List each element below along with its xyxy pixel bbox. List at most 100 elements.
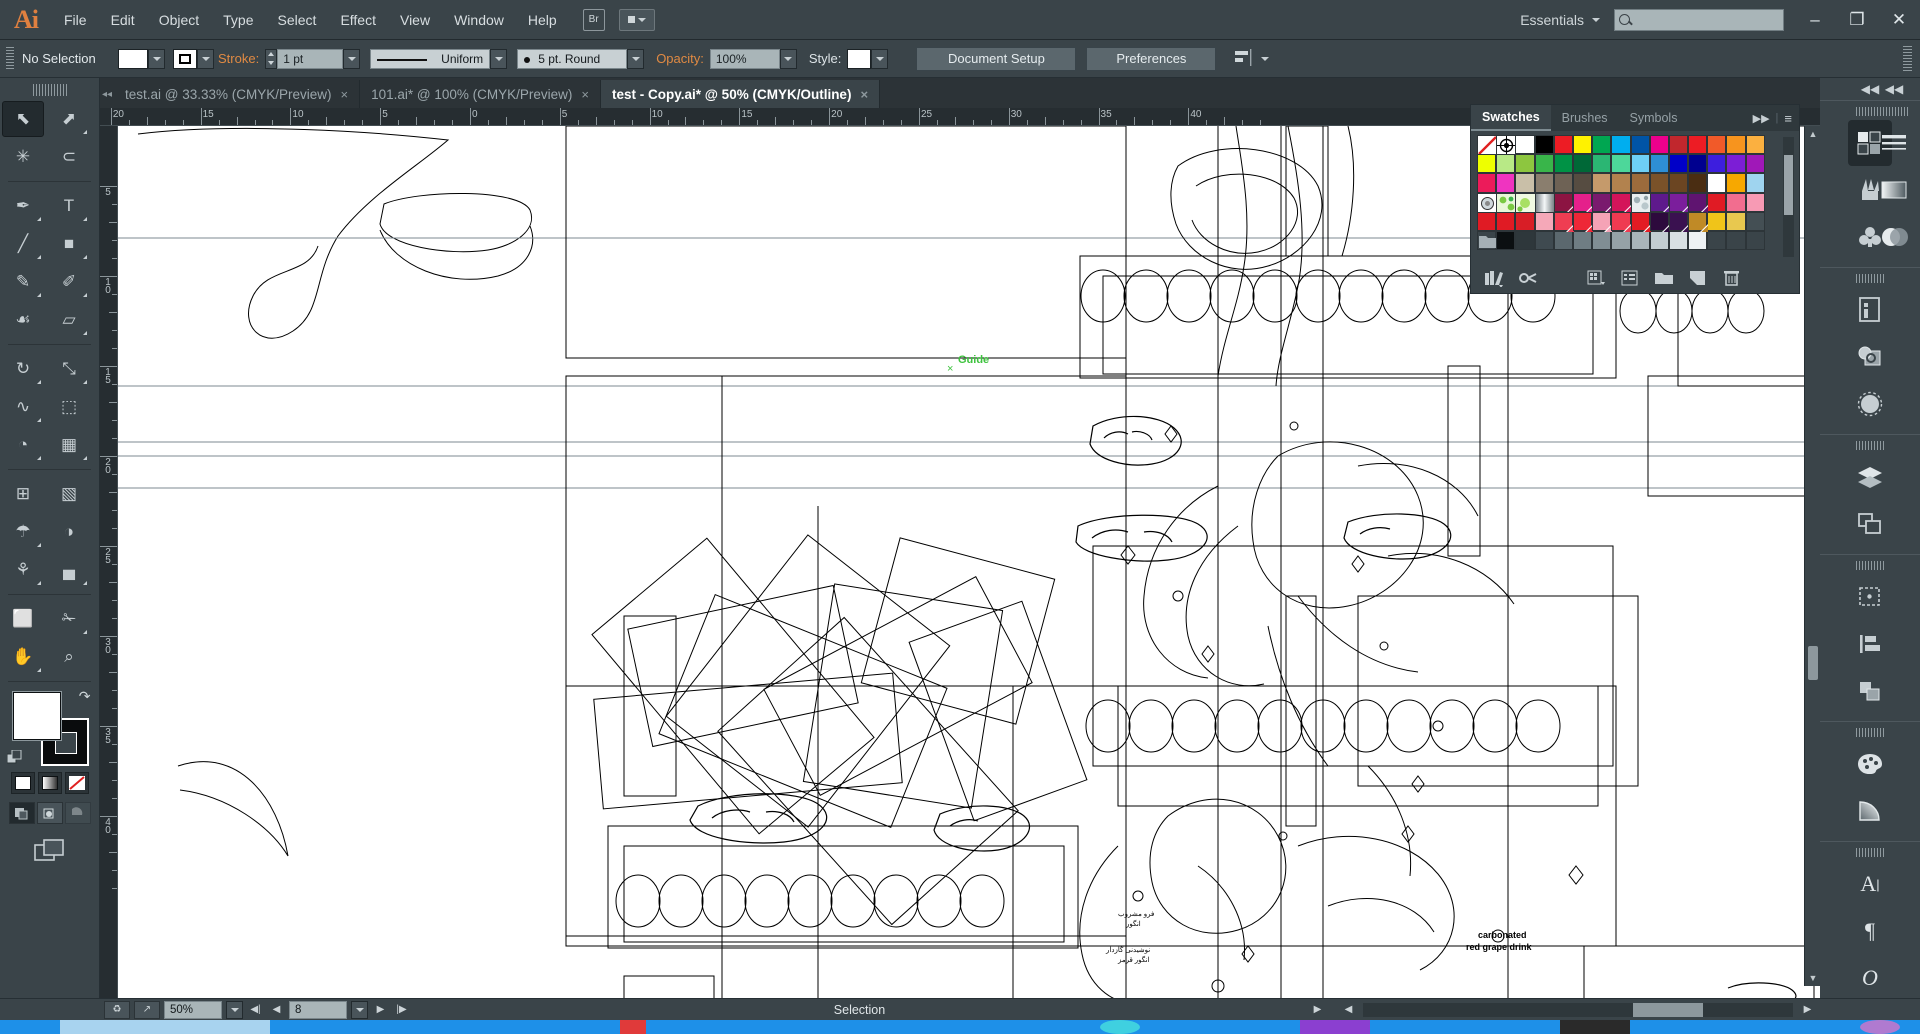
tool-flyout-icon[interactable] <box>83 130 87 134</box>
swatch-cell[interactable] <box>1707 135 1727 155</box>
swatch-cell[interactable] <box>1572 135 1593 155</box>
bridge-icon[interactable]: Br <box>582 8 605 31</box>
taskbar-item[interactable] <box>1100 1020 1140 1034</box>
pencil-tool[interactable]: ✐ <box>48 264 90 300</box>
perspective-grid-tool[interactable]: ▦ <box>48 427 90 463</box>
zoom-level-input[interactable]: 50% <box>164 1000 222 1019</box>
close-icon[interactable]: × <box>341 87 349 102</box>
dock-group-gripper[interactable] <box>1856 728 1884 737</box>
taskbar-item[interactable] <box>660 1020 780 1034</box>
canvas-vertical-scrollbar[interactable]: ▲ ▼ <box>1804 126 1820 986</box>
swatch-cell[interactable] <box>1592 154 1612 174</box>
tab-101-ai[interactable]: 101.ai* @ 100% (CMYK/Preview) × <box>360 80 601 108</box>
swatch-cell[interactable] <box>1477 173 1497 193</box>
swatch-cell[interactable] <box>1477 230 1497 251</box>
scroll-up-icon[interactable]: ▲ <box>1805 126 1821 142</box>
panel-menu-icon[interactable]: ≡ <box>1784 111 1792 126</box>
menu-effect[interactable]: Effect <box>328 0 388 40</box>
swatch-cell[interactable] <box>1553 211 1574 232</box>
window-close-button[interactable]: ✕ <box>1878 0 1920 40</box>
swatch-cell[interactable] <box>1745 211 1765 231</box>
tool-flyout-icon[interactable] <box>37 543 41 547</box>
default-fill-stroke-icon[interactable] <box>6 749 23 764</box>
swatch-cell[interactable] <box>1553 192 1574 213</box>
tool-flyout-icon[interactable] <box>37 255 41 259</box>
blob-brush-tool[interactable]: ☙ <box>2 302 44 338</box>
expand-panel-icon[interactable]: ▶▶ <box>1753 112 1770 125</box>
tools-panel-gripper[interactable] <box>32 84 67 96</box>
swatch-cell[interactable] <box>1707 230 1727 251</box>
new-color-group-icon[interactable] <box>1647 265 1681 291</box>
search-input[interactable] <box>1614 8 1784 31</box>
graphic-style-swatch[interactable] <box>847 48 872 69</box>
delete-swatch-icon[interactable] <box>1715 265 1749 291</box>
tool-flyout-icon[interactable] <box>83 581 87 585</box>
new-swatch-icon[interactable] <box>1681 265 1715 291</box>
swatch-cell[interactable] <box>1496 211 1516 231</box>
swatch-cell[interactable] <box>1611 230 1631 251</box>
swatch-cell[interactable] <box>1534 211 1554 231</box>
swatch-cell[interactable] <box>1726 173 1746 193</box>
tab-symbols[interactable]: Symbols <box>1619 105 1689 131</box>
swatch-cell[interactable] <box>1726 211 1746 231</box>
swatch-cell[interactable] <box>1688 154 1708 174</box>
blend-tool[interactable]: ◑ <box>48 514 90 550</box>
tool-flyout-icon[interactable] <box>37 418 41 422</box>
swatch-cell[interactable] <box>1515 211 1535 231</box>
dock-group-gripper[interactable] <box>1856 848 1884 857</box>
artboard-tool[interactable]: ⬜ <box>2 601 44 637</box>
swatch-cell[interactable] <box>1745 173 1765 193</box>
close-icon[interactable]: × <box>860 87 868 102</box>
swatch-cell[interactable] <box>1649 154 1669 174</box>
swatch-cell[interactable] <box>1630 173 1650 193</box>
artboard-dropdown-button[interactable] <box>351 1000 368 1019</box>
taskbar-item[interactable] <box>1560 1020 1630 1034</box>
swatch-cell[interactable] <box>1592 230 1612 251</box>
menu-window[interactable]: Window <box>442 0 516 40</box>
taskbar-item[interactable] <box>60 1020 270 1034</box>
tool-flyout-icon[interactable] <box>83 380 87 384</box>
opentype-panel-icon[interactable]: O <box>1848 955 1892 1001</box>
tool-flyout-icon[interactable] <box>83 217 87 221</box>
tool-flyout-icon[interactable] <box>83 630 87 634</box>
swatch-cell[interactable] <box>1649 192 1670 213</box>
swatch-cell[interactable] <box>1611 135 1631 155</box>
menu-edit[interactable]: Edit <box>99 0 147 40</box>
swatch-cell[interactable] <box>1649 211 1670 232</box>
brush-definition-field[interactable]: 5 pt. Round <box>517 48 628 69</box>
swatch-cell[interactable] <box>1592 135 1612 155</box>
swatch-cell[interactable] <box>1688 192 1709 213</box>
swatch-cell[interactable] <box>1611 211 1632 232</box>
swatches-panel[interactable]: Swatches Brushes Symbols ▶▶ | ≡ <box>1470 104 1800 294</box>
draw-inside-button[interactable] <box>64 802 91 824</box>
chevron-down-icon[interactable] <box>1592 17 1600 22</box>
swatch-list-view-icon[interactable] <box>1613 265 1647 291</box>
swatch-cell[interactable] <box>1726 154 1746 174</box>
layers-panel-icon[interactable] <box>1848 454 1892 500</box>
tab-brushes[interactable]: Brushes <box>1551 105 1619 131</box>
swatch-cell[interactable] <box>1572 154 1593 174</box>
opacity-dropdown-button[interactable] <box>779 48 797 69</box>
character-panel-icon[interactable]: A | <box>1848 861 1892 907</box>
swatch-cell[interactable] <box>1592 192 1613 213</box>
swatches-grid[interactable] <box>1471 131 1799 251</box>
none-button[interactable] <box>64 772 89 794</box>
symbol-sprayer-tool[interactable]: ⚘ <box>2 552 44 588</box>
swatch-cell[interactable] <box>1534 192 1555 213</box>
swatch-cell[interactable] <box>1572 211 1593 232</box>
swatch-cell[interactable] <box>1630 192 1651 213</box>
swatch-cell[interactable] <box>1592 173 1612 193</box>
stroke-dropdown-button[interactable] <box>197 48 214 69</box>
swatch-cell[interactable] <box>1553 173 1573 193</box>
pathfinder-panel-icon[interactable] <box>1848 668 1892 714</box>
swatch-cell[interactable] <box>1707 154 1727 174</box>
swatch-cell[interactable] <box>1726 192 1746 212</box>
arrange-documents-icon[interactable] <box>618 8 655 31</box>
swatch-cell[interactable] <box>1534 173 1554 193</box>
swatch-cell[interactable] <box>1668 230 1689 251</box>
swatch-cell[interactable] <box>1649 230 1669 251</box>
scrollbar-thumb[interactable] <box>1784 155 1793 215</box>
fill-color-indicator[interactable] <box>12 692 61 740</box>
style-dropdown-button[interactable] <box>871 48 889 69</box>
width-tool[interactable]: ∿ <box>2 389 44 425</box>
